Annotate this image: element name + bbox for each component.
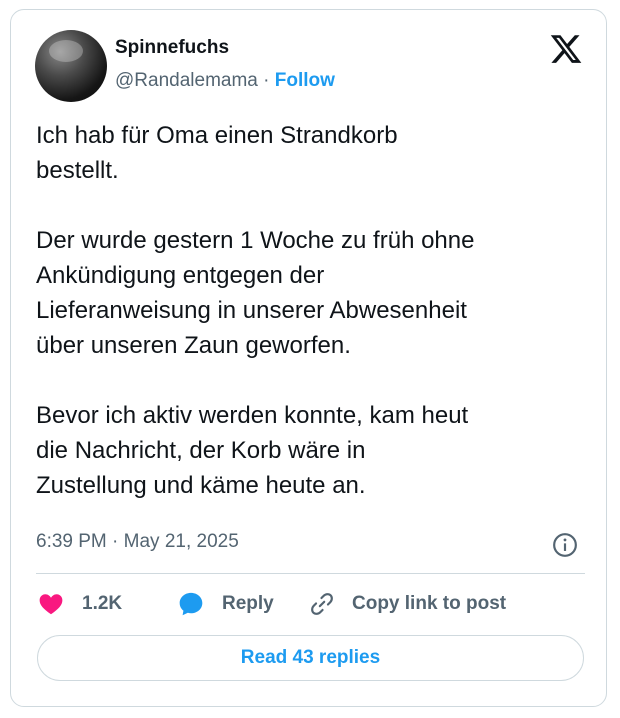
heart-icon — [39, 594, 63, 615]
read-replies-button[interactable]: Read 43 replies — [37, 635, 584, 681]
like-button[interactable]: 1.2K — [38, 587, 122, 621]
copy-link-label: Copy link to post — [352, 593, 507, 614]
follow-button[interactable]: Follow — [275, 70, 335, 91]
avatar[interactable] — [35, 30, 107, 102]
reply-button[interactable]: Reply — [177, 587, 274, 621]
info-icon[interactable] — [552, 532, 578, 558]
copy-link-button[interactable]: Copy link to post — [309, 587, 506, 621]
tweet-card: Spinnefuchs @Randalemama · Follow Ich ha… — [10, 9, 607, 707]
tweet-text: Ich hab für Oma einen Strandkorb bestell… — [36, 122, 475, 499]
action-bar: 1.2K Reply Copy link to post — [36, 587, 585, 621]
handle-separator: · — [257, 70, 275, 91]
like-count: 1.2K — [82, 593, 123, 614]
speech-bubble-icon — [179, 592, 203, 616]
author-handle-row: @Randalemama · Follow — [115, 70, 335, 92]
x-logo-icon[interactable] — [549, 32, 583, 66]
link-icon — [311, 593, 333, 615]
divider — [36, 573, 585, 574]
author-handle[interactable]: @Randalemama — [115, 70, 258, 91]
author-display-name[interactable]: Spinnefuchs — [115, 37, 229, 59]
reply-label: Reply — [222, 593, 274, 614]
tweet-timestamp[interactable]: 6:39 PM · May 21, 2025 — [36, 531, 239, 553]
